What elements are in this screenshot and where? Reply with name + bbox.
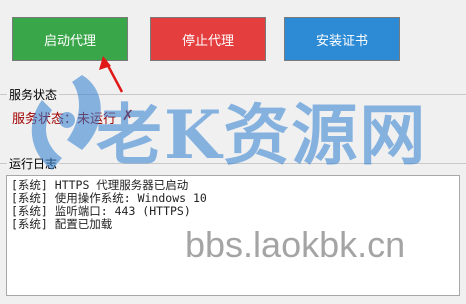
watermark-brand: 老K资源网: [96, 96, 428, 174]
watermark-url: bbs.laokbk.cn: [185, 224, 406, 265]
